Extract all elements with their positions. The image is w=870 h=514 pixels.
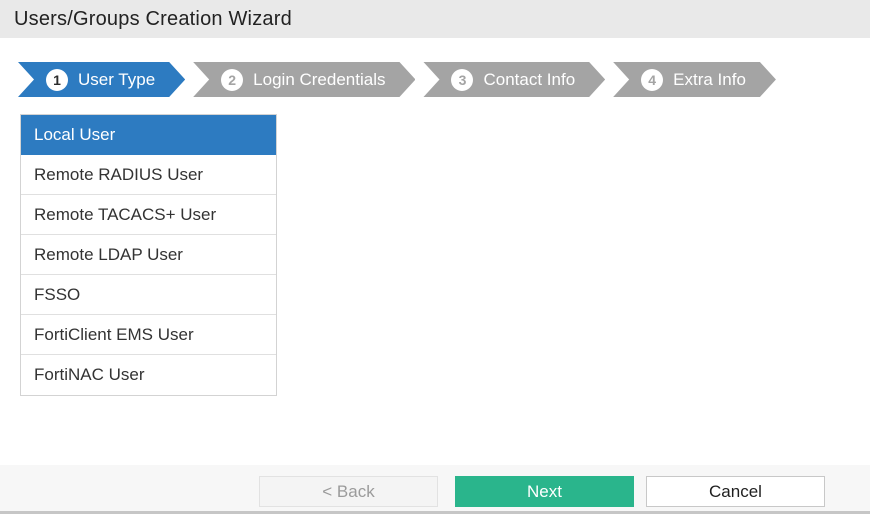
user-type-option[interactable]: Remote TACACS+ User	[21, 195, 276, 235]
user-type-option[interactable]: FortiNAC User	[21, 355, 276, 395]
user-type-option[interactable]: Remote LDAP User	[21, 235, 276, 275]
cancel-button[interactable]: Cancel	[646, 476, 825, 507]
step-label: Contact Info	[483, 70, 575, 90]
user-type-list: Local User Remote RADIUS User Remote TAC…	[20, 114, 277, 396]
user-type-option[interactable]: Local User	[21, 115, 276, 155]
user-type-option[interactable]: FortiClient EMS User	[21, 315, 276, 355]
wizard-footer: < Back Next Cancel	[0, 465, 870, 514]
step-number-badge: 3	[451, 69, 473, 91]
user-type-option-label: FortiNAC User	[34, 365, 145, 385]
dialog-title: Users/Groups Creation Wizard	[14, 8, 292, 31]
wizard-step[interactable]: 3 Contact Info	[423, 62, 605, 97]
wizard-step[interactable]: 4 Extra Info	[613, 62, 776, 97]
user-type-option-label: FortiClient EMS User	[34, 325, 194, 345]
user-type-option-label: Local User	[34, 125, 115, 145]
step-number-badge: 1	[46, 69, 68, 91]
user-type-option-label: FSSO	[34, 285, 80, 305]
wizard-step[interactable]: 2 Login Credentials	[193, 62, 415, 97]
step-number-badge: 4	[641, 69, 663, 91]
user-type-option[interactable]: FSSO	[21, 275, 276, 315]
step-label: Login Credentials	[253, 70, 385, 90]
step-number-badge: 2	[221, 69, 243, 91]
back-button[interactable]: < Back	[259, 476, 438, 507]
next-button[interactable]: Next	[455, 476, 634, 507]
user-type-option-label: Remote TACACS+ User	[34, 205, 216, 225]
wizard-step[interactable]: 1 User Type	[18, 62, 185, 97]
step-label: Extra Info	[673, 70, 746, 90]
user-type-option-label: Remote RADIUS User	[34, 165, 203, 185]
step-label: User Type	[78, 70, 155, 90]
dialog-titlebar: Users/Groups Creation Wizard	[0, 0, 870, 38]
user-type-option[interactable]: Remote RADIUS User	[21, 155, 276, 195]
user-type-option-label: Remote LDAP User	[34, 245, 183, 265]
wizard-step-breadcrumb: 1 User Type 2 Login Credentials 3 Contac…	[18, 62, 870, 97]
users-groups-creation-wizard-dialog: Users/Groups Creation Wizard 1 User Type…	[0, 0, 870, 514]
